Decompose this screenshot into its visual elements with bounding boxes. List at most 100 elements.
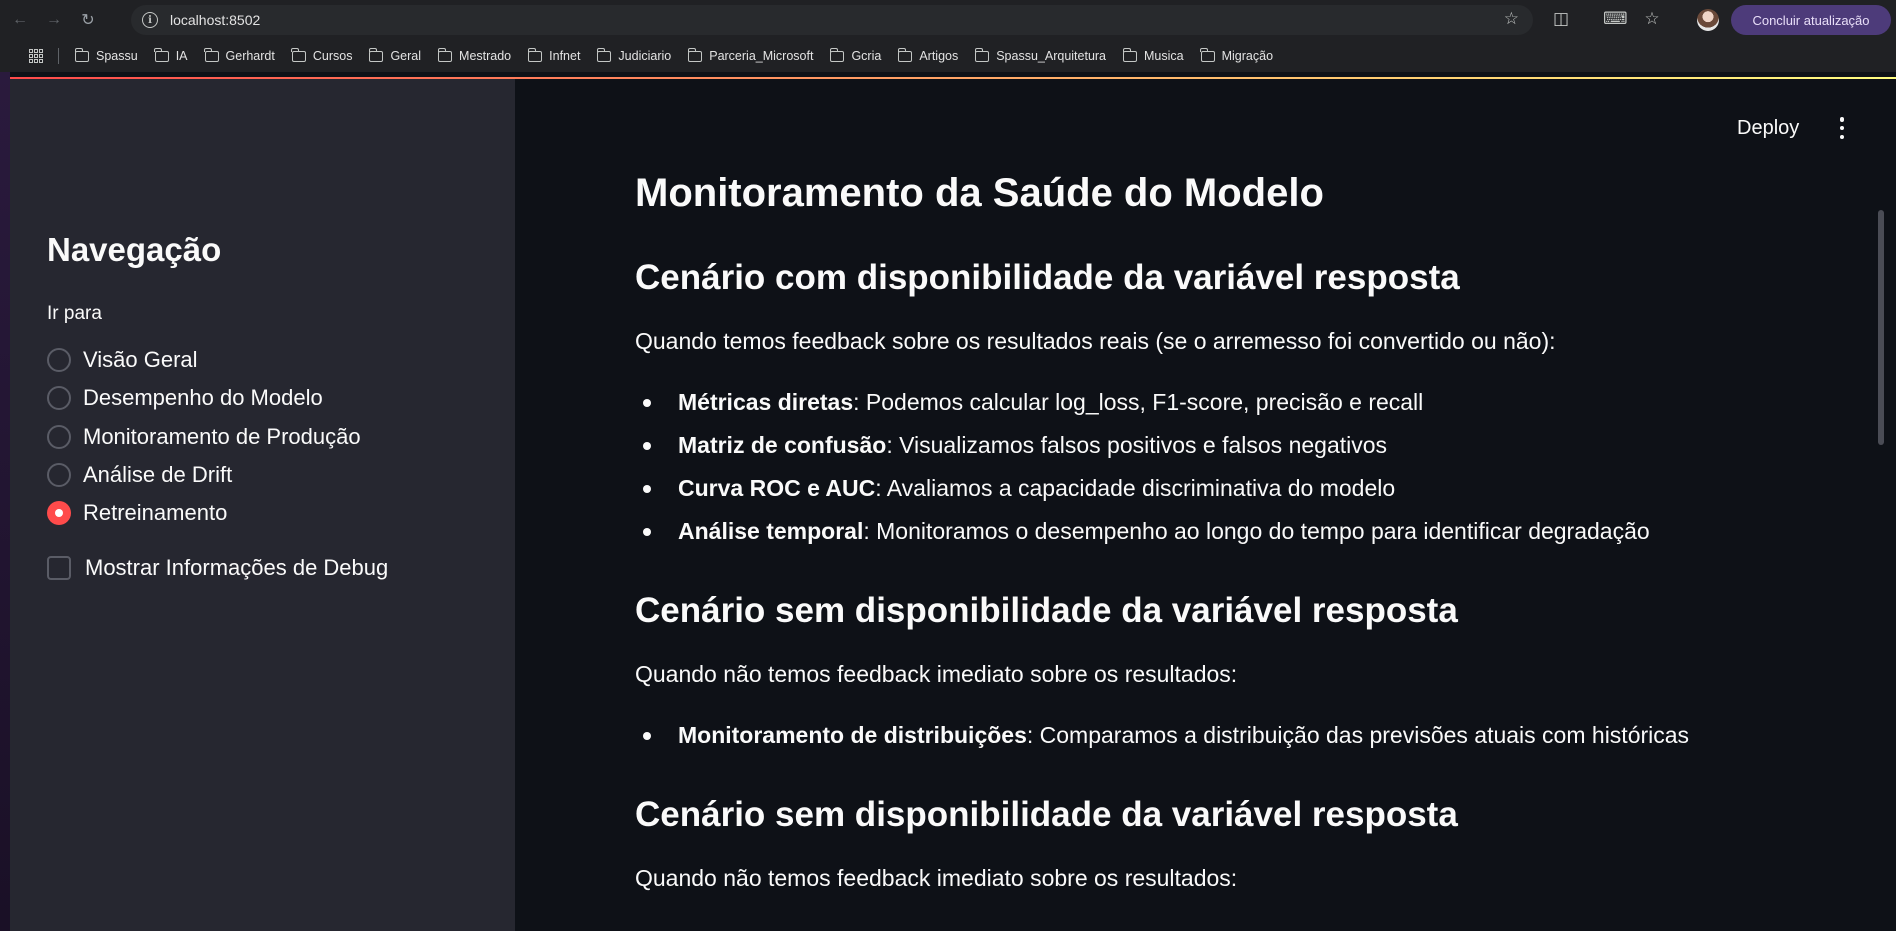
bookmark-label: Judiciario xyxy=(618,49,672,63)
header-decoration-bar xyxy=(10,77,1896,79)
bullet-bold: Matriz de confusão xyxy=(678,432,887,458)
section-intro-3: Quando não temos feedback imediato sobre… xyxy=(635,865,1238,891)
bookmark-folder[interactable]: Mestrado xyxy=(437,47,512,63)
radio-option-visao-geral[interactable]: Visão Geral xyxy=(47,341,361,379)
update-button[interactable]: Concluir atualização xyxy=(1731,5,1891,35)
bookmark-label: Parceria_Microsoft xyxy=(709,49,814,63)
bullet-bold: Monitoramento de distribuições xyxy=(678,722,1027,748)
bullet-text: : Avaliamos a capacidade discriminativa … xyxy=(875,475,1396,501)
bullet-text: : Visualizamos falsos positivos e falsos… xyxy=(886,432,1388,458)
bookmark-folder[interactable]: Spassu_Arquitetura xyxy=(974,47,1106,63)
radio-button[interactable] xyxy=(47,424,71,449)
radio-option-drift[interactable]: Análise de Drift xyxy=(47,456,361,494)
forward-arrow-icon[interactable]: → xyxy=(40,6,68,34)
bookmark-star-icon[interactable]: ☆ xyxy=(1504,9,1519,29)
bookmark-folder[interactable]: Spassu xyxy=(74,47,138,63)
deploy-button[interactable]: Deploy xyxy=(1737,117,1799,140)
radio-button[interactable] xyxy=(47,386,71,411)
bullet-text: : Podemos calcular log_loss, F1-score, p… xyxy=(853,389,1424,415)
radio-option-label: Desempenho do Modelo xyxy=(83,385,323,411)
folder-icon xyxy=(974,47,990,62)
more-options-icon[interactable] xyxy=(1837,117,1847,139)
folder-icon xyxy=(897,47,913,62)
folder-icon xyxy=(291,47,306,62)
bookmark-label: Migração xyxy=(1221,49,1274,63)
radio-option-retreinamento[interactable]: Retreinamento xyxy=(47,494,361,532)
folder-icon xyxy=(687,47,703,62)
bookmark-folder[interactable]: Artigos xyxy=(897,47,958,63)
bookmark-label: Geral xyxy=(390,49,422,63)
bullet-bold: Curva ROC e AUC xyxy=(678,475,876,501)
bookmark-label: Infnet xyxy=(549,49,581,63)
bullet-text: : Comparamos a distribuição das previsõe… xyxy=(1026,722,1690,748)
bookmark-folder[interactable]: Judiciario xyxy=(597,47,672,63)
bookmark-folder[interactable]: Musica xyxy=(1122,47,1184,63)
browser-toolbar: ← → ↻ i localhost:8502 ☆ ◫ ⌨ ☆ Concluir … xyxy=(0,0,1896,40)
window-edge xyxy=(0,72,10,931)
profile-avatar[interactable] xyxy=(1697,9,1719,31)
bullet-bold: Análise temporal xyxy=(678,518,864,544)
section-intro-1: Quando temos feedback sobre os resultado… xyxy=(635,328,1556,354)
scrollbar-thumb[interactable] xyxy=(1878,210,1884,445)
site-info-icon[interactable]: i xyxy=(142,12,158,28)
bookmark-folder[interactable]: Geral xyxy=(369,47,422,63)
back-arrow-icon[interactable]: ← xyxy=(6,6,34,34)
bookmark-label: Gcria xyxy=(851,49,882,63)
folder-icon xyxy=(154,47,169,62)
bullet-bold: Métricas diretas xyxy=(678,389,854,415)
bookmark-folder[interactable]: Cursos xyxy=(291,47,352,63)
list-item: Análise temporal: Monitoramos o desempen… xyxy=(635,518,1650,545)
list-item: Matriz de confusão: Visualizamos falsos … xyxy=(635,432,1387,459)
radio-option-label: Visão Geral xyxy=(83,347,198,373)
folder-icon xyxy=(527,47,543,62)
radio-button[interactable] xyxy=(47,463,71,488)
apps-grid-icon[interactable] xyxy=(29,49,43,63)
address-bar-url[interactable]: localhost:8502 xyxy=(170,12,260,28)
bookmark-label: Gerhardt xyxy=(225,49,275,63)
folder-icon xyxy=(1200,47,1215,62)
section-heading-2: Cenário sem disponibilidade da variável … xyxy=(635,591,1458,630)
radio-option-label: Retreinamento xyxy=(83,500,228,526)
sidebar-title: Navegação xyxy=(47,231,222,268)
radio-option-label: Monitoramento de Produção xyxy=(83,423,361,449)
debug-checkbox-label: Mostrar Informações de Debug xyxy=(85,555,389,580)
list-item: Curva ROC e AUC: Avaliamos a capacidade … xyxy=(635,475,1395,502)
radio-button[interactable] xyxy=(47,348,71,373)
translate-icon[interactable]: ⌨ xyxy=(1603,9,1628,29)
section-intro-2: Quando não temos feedback imediato sobre… xyxy=(635,661,1238,687)
bookmark-folder[interactable]: Migração xyxy=(1200,47,1274,63)
bookmark-label: Musica xyxy=(1144,49,1184,63)
bookmark-label: Mestrado xyxy=(459,49,512,63)
radio-group-label: Ir para xyxy=(47,303,102,324)
bookmark-folder[interactable]: Parceria_Microsoft xyxy=(687,47,814,63)
section-heading-3: Cenário sem disponibilidade da variável … xyxy=(635,795,1458,834)
folder-icon xyxy=(369,47,384,62)
bookmark-folder[interactable]: IA xyxy=(154,47,188,63)
sidebar: Navegação Ir para Visão Geral Desempenho… xyxy=(10,79,515,931)
folder-icon xyxy=(1122,47,1138,62)
page-title: Monitoramento da Saúde do Modelo xyxy=(635,171,1324,215)
debug-checkbox[interactable]: Mostrar Informações de Debug xyxy=(47,555,388,581)
folder-icon xyxy=(830,47,845,62)
bookmarks-divider xyxy=(58,48,59,64)
address-bar[interactable]: i localhost:8502 ☆ xyxy=(131,5,1533,35)
reload-icon[interactable]: ↻ xyxy=(74,6,102,34)
bookmarks-star-icon[interactable]: ☆ xyxy=(1641,9,1663,29)
extensions-icon[interactable]: ◫ xyxy=(1550,9,1572,29)
folder-icon xyxy=(437,47,453,62)
list-item: Métricas diretas: Podemos calcular log_l… xyxy=(635,389,1423,416)
checkbox[interactable] xyxy=(47,556,71,580)
folder-icon xyxy=(204,47,219,62)
list-item: Monitoramento de distribuições: Comparam… xyxy=(635,722,1689,749)
bookmark-folder[interactable]: Gerhardt xyxy=(204,47,275,63)
folder-icon xyxy=(597,47,612,62)
bookmark-label: IA xyxy=(175,49,188,63)
radio-option-desempenho[interactable]: Desempenho do Modelo xyxy=(47,379,361,417)
folder-icon xyxy=(74,47,89,62)
radio-option-monitoramento[interactable]: Monitoramento de Produção xyxy=(47,418,361,456)
radio-button-selected[interactable] xyxy=(47,501,71,526)
navigation-radio-group: Visão Geral Desempenho do Modelo Monitor… xyxy=(47,341,361,532)
bookmark-folder[interactable]: Infnet xyxy=(527,47,581,63)
bookmark-folder[interactable]: Gcria xyxy=(830,47,882,63)
streamlit-app: Navegação Ir para Visão Geral Desempenho… xyxy=(10,77,1896,931)
